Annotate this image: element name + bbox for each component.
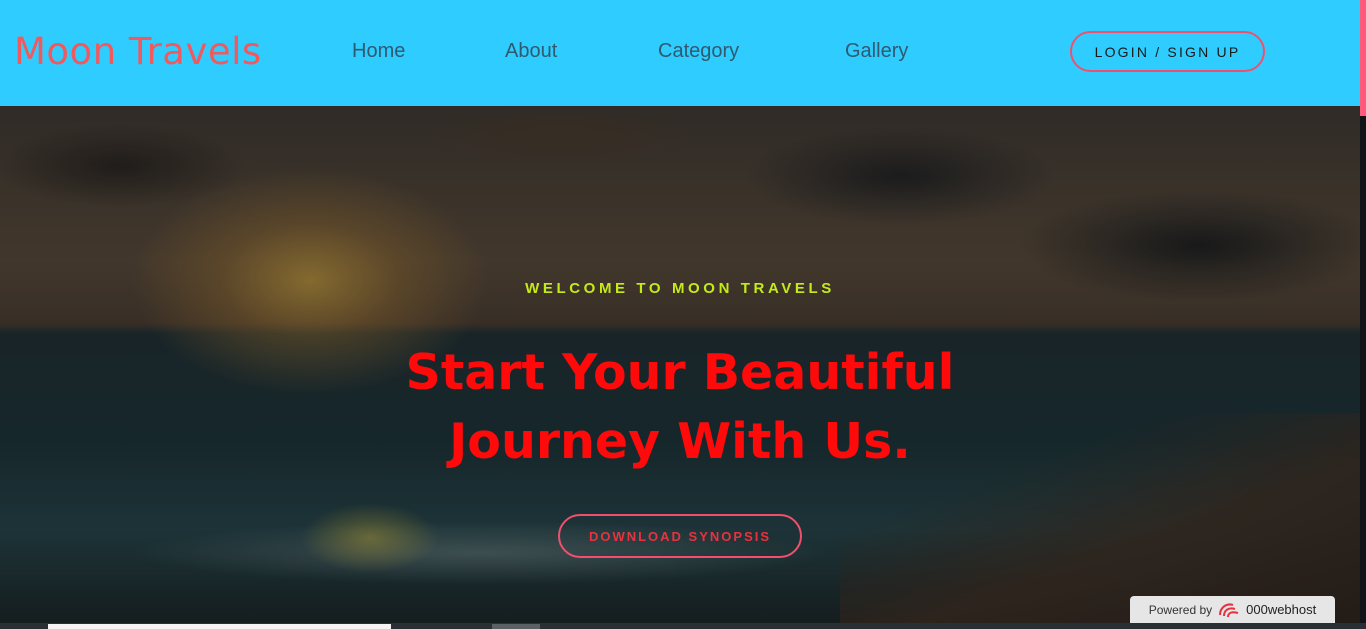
nav-link-gallery[interactable]: Gallery: [845, 40, 908, 63]
bottom-panel: [48, 624, 391, 629]
hero-headline: Start Your Beautiful Journey With Us.: [0, 338, 1360, 476]
page-scrollbar[interactable]: [1360, 0, 1366, 116]
download-synopsis-button[interactable]: DOWNLOAD SYNOPSIS: [558, 514, 802, 558]
hero-headline-line2: Journey With Us.: [449, 413, 911, 470]
site-logo[interactable]: Moon Travels: [14, 30, 262, 73]
top-navbar: Moon Travels Home About Category Gallery…: [0, 0, 1366, 106]
hero-headline-line1: Start Your Beautiful: [405, 344, 955, 401]
nav-link-home[interactable]: Home: [352, 40, 405, 63]
hero-kicker: WELCOME TO MOON TRAVELS: [525, 280, 835, 297]
nav-link-category[interactable]: Category: [658, 40, 739, 63]
bottom-tab: [492, 624, 540, 629]
powered-by-badge[interactable]: Powered by 000webhost: [1130, 596, 1335, 623]
host-name: 000webhost: [1246, 602, 1317, 617]
login-signup-button[interactable]: LOGIN / SIGN UP: [1070, 31, 1265, 72]
000webhost-logo-icon: [1217, 601, 1241, 619]
nav-link-about[interactable]: About: [505, 40, 557, 63]
powered-by-label: Powered by: [1148, 602, 1213, 617]
